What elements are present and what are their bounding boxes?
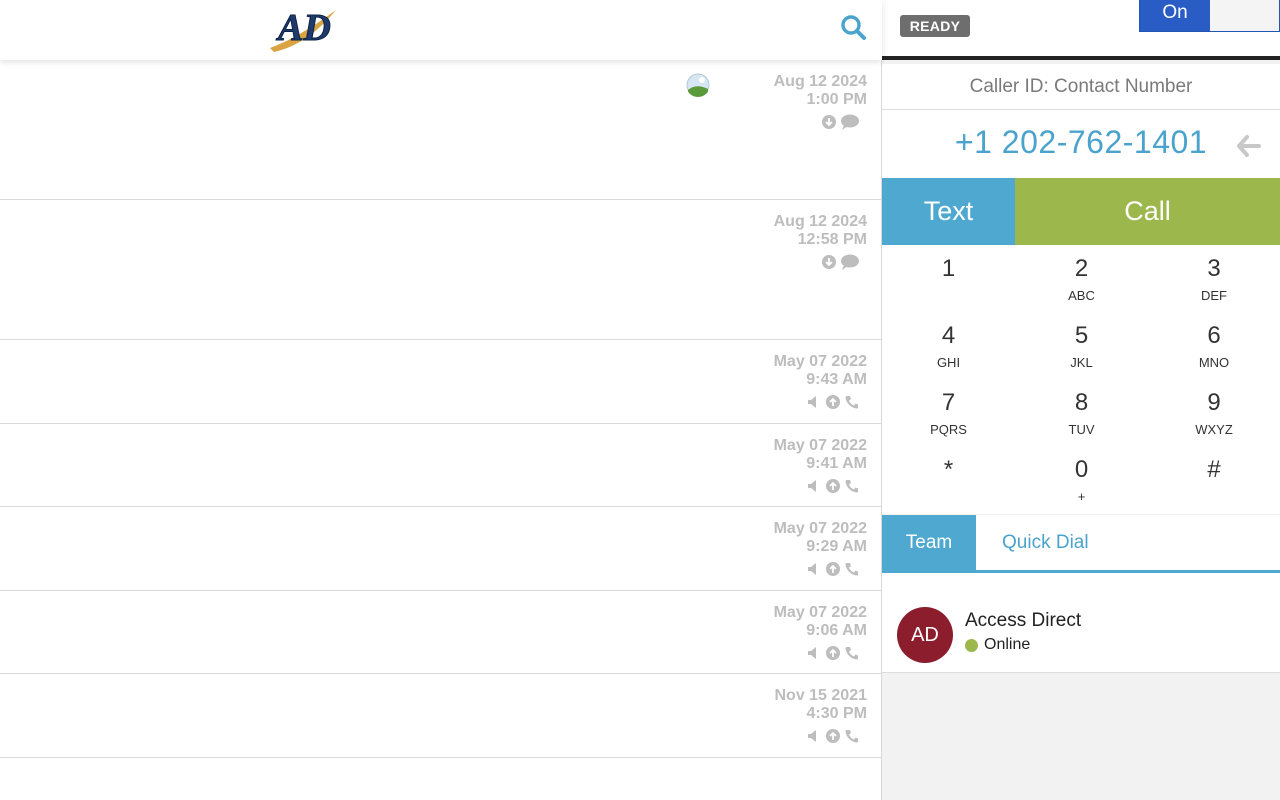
conversation-list: Aug 12 2024 1:00 PM Aug 12 2024 12:58 PM… bbox=[0, 60, 882, 758]
conversation-icons bbox=[806, 645, 860, 661]
dialer-pane: READY On Caller ID: Contact Number +1 20… bbox=[882, 0, 1280, 800]
conversation-date: Aug 12 2024 bbox=[773, 73, 867, 90]
chat-bubble-icon[interactable] bbox=[840, 114, 860, 130]
online-dot-icon bbox=[965, 638, 978, 652]
key-star[interactable]: * bbox=[882, 450, 1015, 517]
conversation-date: Aug 12 2024 bbox=[773, 213, 867, 230]
conversation-date: May 07 2022 bbox=[773, 353, 867, 370]
conversation-time: 9:43 AM bbox=[806, 371, 867, 388]
conversation-row[interactable]: Aug 12 2024 12:58 PM bbox=[0, 200, 882, 340]
top-bar: AD bbox=[0, 0, 882, 60]
dialer: Caller ID: Contact Number +1 202-762-140… bbox=[882, 64, 1280, 514]
phone-icon[interactable] bbox=[844, 478, 860, 494]
speaker-icon[interactable] bbox=[806, 728, 822, 744]
conversation-time: 9:06 AM bbox=[806, 621, 867, 639]
upload-icon[interactable] bbox=[825, 561, 841, 577]
conversation-icons bbox=[806, 394, 860, 410]
upload-icon[interactable] bbox=[825, 645, 841, 661]
key-2[interactable]: 2 ABC bbox=[1015, 249, 1148, 316]
search-icon bbox=[841, 15, 866, 40]
key-5[interactable]: 5 JKL bbox=[1015, 316, 1148, 383]
download-icon[interactable] bbox=[821, 254, 837, 270]
conversation-icons bbox=[806, 478, 860, 494]
download-icon[interactable] bbox=[821, 114, 837, 130]
number-display-row: +1 202-762-1401 bbox=[882, 110, 1280, 178]
toggle-on-label[interactable]: On bbox=[1140, 0, 1210, 31]
conversation-pane: AD Aug 12 2024 1:00 PM Aug 12 2024 12:58… bbox=[0, 0, 882, 800]
conversation-date: May 07 2022 bbox=[773, 520, 867, 537]
speaker-icon[interactable] bbox=[806, 561, 822, 577]
caller-id-selector[interactable]: Caller ID: Contact Number bbox=[882, 64, 1280, 110]
contact-thumbnail bbox=[686, 73, 710, 97]
presence-label: Online bbox=[984, 636, 1031, 653]
status-badge[interactable]: READY bbox=[900, 15, 970, 37]
conversation-time: 9:29 AM bbox=[806, 538, 867, 555]
conversation-row[interactable]: Nov 15 2021 4:30 PM bbox=[0, 674, 882, 758]
presence-status: Online bbox=[965, 636, 1030, 654]
conversation-row[interactable]: May 07 2022 9:41 AM bbox=[0, 424, 882, 507]
phone-icon[interactable] bbox=[844, 394, 860, 410]
team-list: AD Access Direct Online bbox=[882, 573, 1280, 673]
key-7[interactable]: 7 PQRS bbox=[882, 383, 1015, 450]
arrow-left-icon bbox=[1237, 135, 1261, 157]
speaker-icon[interactable] bbox=[806, 394, 822, 410]
upload-icon[interactable] bbox=[825, 728, 841, 744]
phone-icon[interactable] bbox=[844, 645, 860, 661]
conversation-row[interactable]: May 07 2022 9:29 AM bbox=[0, 507, 882, 591]
phone-icon[interactable] bbox=[844, 728, 860, 744]
avatar: AD bbox=[897, 607, 953, 663]
conversation-time: 1:00 PM bbox=[806, 91, 867, 108]
availability-toggle[interactable]: On bbox=[1139, 0, 1280, 32]
keypad: 1 2 ABC 3 DEF 4 GHI 5 JKL 6 MNO 7 PQRS 8 TUV 9W… bbox=[882, 245, 1280, 517]
svg-text:AD: AD bbox=[276, 7, 331, 49]
team-member-row[interactable]: AD Access Direct Online bbox=[882, 573, 1280, 673]
toggle-off-half[interactable] bbox=[1210, 0, 1279, 31]
conversation-row[interactable]: Aug 12 2024 1:00 PM bbox=[0, 60, 882, 200]
key-9[interactable]: 9 WXYZ bbox=[1148, 383, 1280, 450]
key-0[interactable]: 0 + bbox=[1015, 450, 1148, 517]
conversation-icons bbox=[821, 114, 860, 130]
contact-tabs: Team Quick Dial bbox=[882, 515, 1280, 573]
conversation-icons bbox=[821, 254, 860, 270]
speaker-icon[interactable] bbox=[806, 645, 822, 661]
conversation-row[interactable]: May 07 2022 9:06 AM bbox=[0, 591, 882, 674]
tab-team[interactable]: Team bbox=[882, 515, 976, 570]
dial-actions: Text Call bbox=[882, 178, 1280, 245]
conversation-date: May 07 2022 bbox=[773, 436, 867, 454]
conversation-time: 4:30 PM bbox=[806, 705, 867, 722]
phone-number-display[interactable]: +1 202-762-1401 bbox=[882, 124, 1280, 161]
upload-icon[interactable] bbox=[825, 394, 841, 410]
conversation-row[interactable]: May 07 2022 9:43 AM bbox=[0, 340, 882, 424]
key-hash[interactable]: # bbox=[1148, 450, 1280, 517]
key-4[interactable]: 4 GHI bbox=[882, 316, 1015, 383]
key-1[interactable]: 1 bbox=[882, 249, 1015, 316]
conversation-icons bbox=[806, 561, 860, 577]
conversation-icons bbox=[806, 728, 860, 744]
conversation-time: 12:58 PM bbox=[797, 231, 867, 248]
backspace-button[interactable] bbox=[1236, 134, 1262, 158]
conversation-time: 9:41 AM bbox=[806, 454, 867, 472]
key-8[interactable]: 8 TUV bbox=[1015, 383, 1148, 450]
search-button[interactable] bbox=[838, 12, 870, 44]
team-member-name: Access Direct bbox=[965, 610, 1082, 631]
phone-icon[interactable] bbox=[844, 561, 860, 577]
conversation-date: Nov 15 2021 bbox=[774, 687, 867, 704]
tab-quick-dial[interactable]: Quick Dial bbox=[976, 515, 1089, 570]
upload-icon[interactable] bbox=[825, 478, 841, 494]
key-6[interactable]: 6 MNO bbox=[1148, 316, 1280, 383]
app-logo: AD bbox=[266, 2, 342, 56]
speaker-icon[interactable] bbox=[806, 478, 822, 494]
chat-bubble-icon[interactable] bbox=[840, 254, 860, 270]
text-button[interactable]: Text bbox=[882, 178, 1015, 245]
key-3[interactable]: 3 DEF bbox=[1148, 249, 1280, 316]
status-bar: READY On bbox=[882, 0, 1280, 60]
conversation-date: May 07 2022 bbox=[773, 603, 867, 621]
call-button[interactable]: Call bbox=[1015, 178, 1280, 245]
